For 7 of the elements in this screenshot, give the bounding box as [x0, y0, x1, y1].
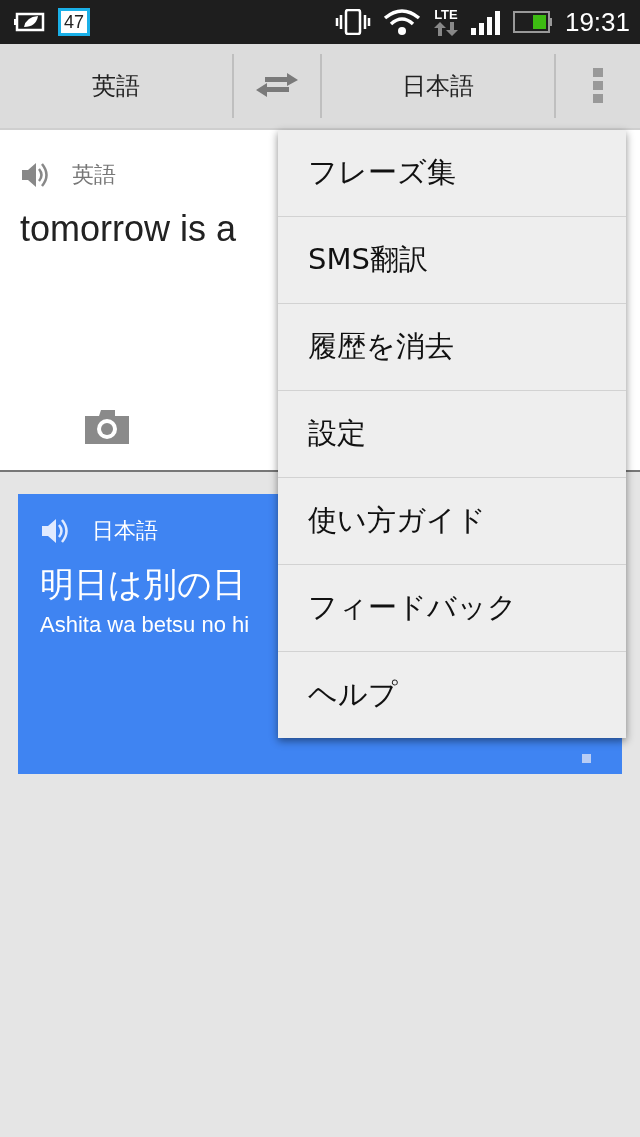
clock: 19:31 [564, 6, 630, 38]
translation-text: 明日は別の日 [40, 563, 246, 606]
romanization-text: Ashita wa betsu no hi [40, 612, 250, 638]
target-language-label: 日本語 [92, 517, 158, 545]
source-language-label: 英語 [72, 161, 116, 189]
network-type: LTE [434, 8, 458, 22]
notification-badge: 47 [58, 8, 91, 36]
